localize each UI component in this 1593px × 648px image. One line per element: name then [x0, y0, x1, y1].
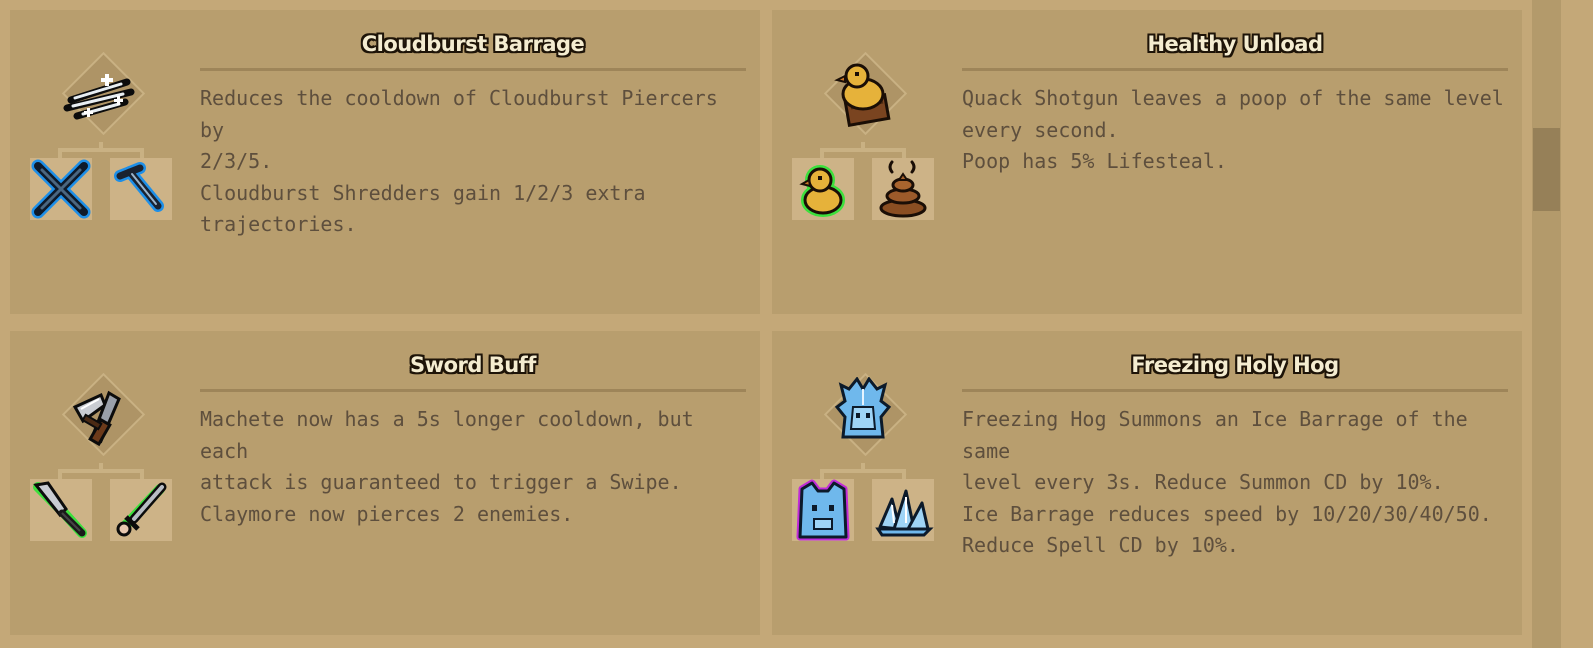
tree-connector: [58, 469, 62, 479]
duck-on-crate-icon: [823, 56, 903, 132]
tree-connector: [58, 469, 144, 473]
scrollbar-thumb[interactable]: [1533, 128, 1560, 211]
tree-connector: [58, 148, 144, 152]
machete-icon[interactable]: [30, 479, 92, 541]
tree-connector: [902, 469, 906, 479]
tree-connector: [820, 148, 824, 158]
description-line: level every 3s. Reduce Summon CD by 10%.: [962, 470, 1444, 494]
cloudburst-piercer-icon[interactable]: [110, 158, 172, 220]
freezing-hog-icon[interactable]: [792, 479, 854, 541]
description-line: attack is guaranteed to trigger a Swipe.: [200, 470, 682, 494]
recipe-card-healthy-unload: Healthy Unload Quack Shotgun leaves a po…: [772, 10, 1522, 314]
crossed-blades-icon[interactable]: [30, 158, 92, 220]
tree-connector: [820, 469, 824, 479]
cloudburst-barrage-icon: [61, 56, 141, 132]
scrollbar-track[interactable]: [1532, 0, 1561, 648]
card-description: Reduces the cooldown of Cloudburst Pierc…: [200, 83, 750, 241]
description-line: Reduce Spell CD by 10%.: [962, 533, 1239, 557]
recipe-card-freezing-holy-hog: Freezing Holy Hog Freezing Hog Summons a…: [772, 331, 1522, 635]
description-line: Freezing Hog Summons an Ice Barrage of t…: [962, 407, 1468, 463]
description-line: trajectories.: [200, 212, 357, 236]
title-divider: [200, 389, 746, 392]
description-line: 2/3/5.: [200, 149, 273, 173]
description-line: Poop has 5% Lifesteal.: [962, 149, 1227, 173]
poop-icon[interactable]: [872, 158, 934, 220]
card-description: Quack Shotgun leaves a poop of the same …: [962, 83, 1512, 178]
recipe-tree: [28, 44, 174, 220]
crossed-swords-icon: [61, 377, 141, 453]
recipe-grid: Cloudburst Barrage Reduces the cooldown …: [10, 10, 1522, 638]
tree-connector: [140, 469, 144, 479]
rubber-duck-icon[interactable]: [792, 158, 854, 220]
card-description: Freezing Hog Summons an Ice Barrage of t…: [962, 404, 1512, 562]
tree-connector: [140, 148, 144, 158]
card-title: Sword Buff: [410, 353, 536, 377]
card-title: Healthy Unload: [1147, 32, 1323, 56]
title-divider: [200, 68, 746, 71]
description-line: Claymore now pierces 2 enemies.: [200, 501, 574, 526]
tree-connector: [902, 148, 906, 158]
ice-crystal-icon[interactable]: [872, 479, 934, 541]
recipe-card-sword-buff: Sword Buff Machete now has a 5s longer c…: [10, 331, 760, 635]
title-divider: [962, 389, 1508, 392]
card-title: Cloudburst Barrage: [361, 32, 585, 56]
description-line: Ice Barrage reduces speed by 10/20/30/40…: [962, 501, 1492, 526]
title-divider: [962, 68, 1508, 71]
description-line: every second.: [962, 117, 1119, 142]
card-title: Freezing Holy Hog: [1131, 353, 1339, 377]
ice-hog-icon: [823, 377, 903, 453]
description-line: Reduces the cooldown of Cloudburst Pierc…: [200, 86, 718, 142]
recipe-card-cloudburst-barrage: Cloudburst Barrage Reduces the cooldown …: [10, 10, 760, 314]
claymore-icon[interactable]: [110, 479, 172, 541]
recipe-tree: [28, 365, 174, 541]
tree-connector: [58, 148, 62, 158]
description-line: Machete now has a 5s longer cooldown, bu…: [200, 407, 694, 463]
description-line: Cloudburst Shredders gain 1/2/3 extra: [200, 180, 646, 205]
tree-connector: [820, 469, 906, 473]
recipe-tree: [790, 44, 936, 220]
description-line: Quack Shotgun leaves a poop of the same …: [962, 86, 1504, 110]
tree-connector: [820, 148, 906, 152]
card-description: Machete now has a 5s longer cooldown, bu…: [200, 404, 750, 530]
recipe-tree: [790, 365, 936, 541]
